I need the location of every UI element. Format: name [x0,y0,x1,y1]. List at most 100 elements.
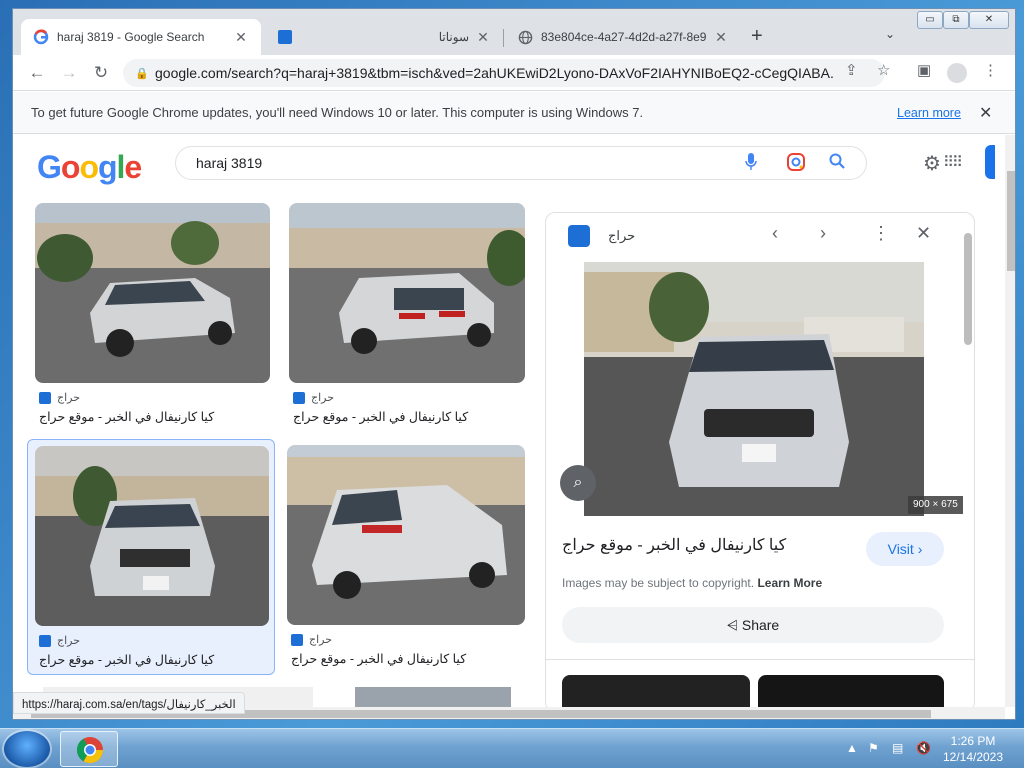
more-options-icon[interactable]: ⋮ [872,223,890,244]
tab-separator [503,29,504,47]
address-bar[interactable]: 🔒 google.com/search?q=haraj+3819&tbm=isc… [123,59,885,87]
result-thumbnail[interactable] [35,446,269,626]
result-source: حراج [291,633,332,646]
image-result-2[interactable]: حراج كيا كارنيفال في الخبر - موقع حراج [289,203,529,433]
google-doodle-logo[interactable]: Google [37,149,142,186]
haraj-favicon-icon [291,633,303,646]
status-bubble: https://haraj.com.sa/en/tags/الخبر_كارني… [13,692,245,714]
close-icon[interactable]: ✕ [916,223,931,244]
panel-divider [546,659,974,660]
learn-more-link[interactable]: Learn More [757,576,822,590]
google-lens-icon[interactable] [787,153,805,176]
result-thumbnail[interactable] [287,445,525,625]
network-icon[interactable]: ▤ [892,741,903,755]
infobar-learn-more-link[interactable]: Learn more [897,106,961,120]
windows-taskbar: ▲ ⚑ ▤ 🔇 1:26 PM 12/14/2023 [0,728,1024,768]
google-lens-icon[interactable]: ⌕ [560,465,596,501]
clock-time: 1:26 PM [950,734,996,748]
new-tab-plus-icon[interactable]: + [751,25,763,48]
preview-image[interactable] [584,262,924,516]
result-caption[interactable]: كيا كارنيفال في الخبر - موقع حراج [39,409,214,424]
google-header: Google haraj 3819 ⚙ ⠿⠿ [13,135,1005,195]
start-button-windows-icon[interactable] [4,731,50,767]
image-preview-panel: حراج ‹ › ⋮ ✕ ⌕ 900 × 675 كيا كارنيفال في… [545,212,975,712]
clock-date: 12/14/2023 [942,750,1004,764]
share-page-icon[interactable]: ⇪ [845,61,858,79]
volume-muted-icon[interactable]: 🔇 [916,741,931,755]
haraj-favicon-icon [277,29,293,45]
close-icon[interactable]: ✕ [475,29,491,46]
tab-title: haraj 3819 - Google Search [57,30,205,44]
panel-title[interactable]: كيا كارنيفال في الخبر - موقع حراج [562,535,786,555]
google-apps-grid-icon[interactable]: ⠿⠿ [943,153,963,171]
haraj-favicon-icon [293,391,305,404]
tab-sonata[interactable]: سوناتا ✕ [265,19,503,55]
lock-icon: 🔒 [135,67,149,80]
kebab-menu-icon[interactable]: ⋮ [983,61,998,79]
copyright-note: Images may be subject to copyright. Lear… [562,576,823,590]
panel-site-name[interactable]: حراج [608,228,635,244]
result-source: حراج [293,391,334,404]
tab-strip: haraj 3819 - Google Search ✕ سوناتا ✕ 83… [13,9,1015,55]
result-source: حراج [39,634,80,647]
search-results-page: Google haraj 3819 ⚙ ⠿⠿ حراج كيا كارنيفال… [13,135,1005,719]
globe-icon [517,29,533,45]
close-window-button[interactable]: ✕ [969,11,1009,29]
taskbar-chrome-button[interactable] [60,731,118,767]
restore-button[interactable]: ⧉ [943,11,969,29]
result-source: حراج [39,391,80,404]
settings-gear-icon[interactable]: ⚙ [923,151,941,176]
microphone-icon[interactable] [745,153,757,176]
google-favicon-icon [33,29,49,45]
bookmark-star-icon[interactable]: ☆ [877,61,890,79]
panel-scrollbar[interactable] [962,227,972,703]
result-caption[interactable]: كيا كارنيفال في الخبر - موقع حراج [39,652,214,667]
tab-title: سوناتا [438,30,469,44]
image-result-1[interactable]: حراج كيا كارنيفال في الخبر - موقع حراج [35,203,275,433]
show-hidden-icons-icon[interactable]: ▲ [846,741,858,755]
previous-chevron-icon[interactable]: ‹ [772,223,778,244]
close-icon[interactable]: ✕ [233,29,249,46]
tab-uuid[interactable]: 83e804ce-4a27-4d2d-a27f-8e97 ✕ [505,19,741,55]
panel-header: حراج ‹ › ⋮ ✕ [546,213,974,257]
tab-title: 83e804ce-4a27-4d2d-a27f-8e97 [541,30,707,44]
result-thumbnail[interactable] [289,203,525,383]
search-icon[interactable] [829,153,845,174]
infobar-message: To get future Google Chrome updates, you… [31,105,644,120]
close-icon[interactable]: ✕ [979,103,992,123]
minimize-button[interactable]: ▭ [917,11,943,29]
back-arrow-icon[interactable]: ← [25,61,49,85]
forward-arrow-icon[interactable]: → [57,61,81,85]
panel-scrollbar-thumb[interactable] [964,233,972,345]
reload-icon[interactable]: ↻ [89,61,113,85]
visit-button[interactable]: Visit › [866,532,944,566]
vertical-scrollbar-thumb[interactable] [1007,171,1015,271]
haraj-favicon-icon [39,634,51,647]
result-thumbnail[interactable] [35,203,270,383]
next-chevron-icon[interactable]: › [820,223,826,244]
result-caption[interactable]: كيا كارنيفال في الخبر - موقع حراج [291,651,466,666]
haraj-favicon-icon [568,225,590,247]
chrome-window: haraj 3819 - Google Search ✕ سوناتا ✕ 83… [12,8,1016,720]
share-icon: ⩤ [726,617,738,633]
haraj-favicon-icon [39,391,51,404]
browser-toolbar: ← → ↻ 🔒 google.com/search?q=haraj+3819&t… [13,55,1015,91]
close-icon[interactable]: ✕ [713,29,729,46]
search-input[interactable]: haraj 3819 [175,146,867,180]
system-clock[interactable]: 1:26 PM 12/14/2023 [940,733,1006,765]
page-vertical-scrollbar[interactable] [1005,135,1015,707]
share-button[interactable]: ⩤ Share [562,607,944,643]
address-url[interactable]: google.com/search?q=haraj+3819&tbm=isch&… [155,65,835,81]
update-infobar: To get future Google Chrome updates, you… [13,92,1015,134]
profile-avatar-icon[interactable] [947,63,967,83]
chevron-right-icon: › [917,541,923,557]
tab-search-chevron-down-icon[interactable]: ⌄ [885,27,895,41]
result-caption[interactable]: كيا كارنيفال في الخبر - موقع حراج [293,409,468,424]
side-panel-icon[interactable]: ▣ [917,61,931,79]
sign-in-button-edge[interactable] [985,145,995,179]
chrome-icon [76,737,104,764]
image-result-4[interactable]: حراج كيا كارنيفال في الخبر - موقع حراج [287,445,527,675]
action-center-flag-icon[interactable]: ⚑ [868,741,879,755]
image-result-3[interactable]: حراج كيا كارنيفال في الخبر - موقع حراج [27,439,275,675]
tab-google-search[interactable]: haraj 3819 - Google Search ✕ [21,19,261,55]
